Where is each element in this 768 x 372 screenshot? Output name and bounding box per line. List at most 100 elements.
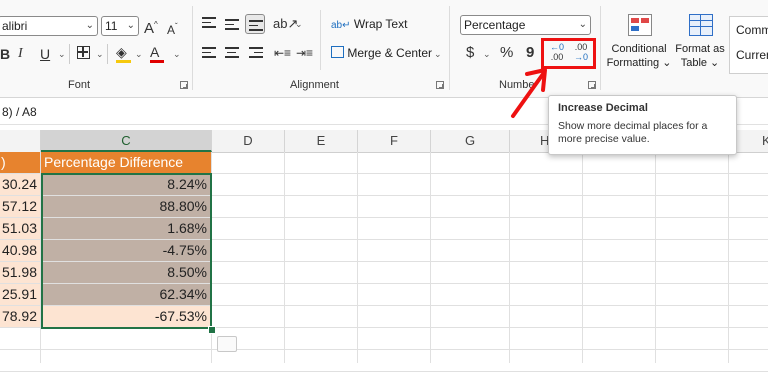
number-format-box[interactable]: Percentage ⌄ [460, 15, 591, 35]
cell-styles-gallery[interactable]: Comm Curren [729, 16, 768, 74]
fill-color-swatch [116, 60, 131, 63]
fill-color-icon[interactable]: ◈ [116, 44, 127, 60]
grid-line [655, 152, 656, 363]
group-separator [449, 6, 450, 90]
grid-line [728, 152, 729, 363]
tooltip-description: Show more decimal places for a more prec… [558, 120, 708, 145]
wrap-text-icon: ab↵ [331, 20, 351, 31]
grid-line [509, 152, 510, 363]
grow-font-button[interactable]: A^ [144, 17, 158, 37]
merge-dropdown-icon[interactable]: ⌄ [434, 49, 442, 60]
selection-range [41, 173, 212, 329]
align-center-icon[interactable] [225, 47, 239, 61]
font-dialog-launcher-icon[interactable] [180, 81, 188, 89]
cell-b[interactable]: 40.98 [0, 240, 41, 261]
annotation-arrow-icon [511, 68, 547, 118]
font-color-button[interactable]: A [150, 44, 159, 60]
underline-dropdown-icon[interactable]: ⌄ [58, 49, 66, 60]
italic-button[interactable]: I [18, 46, 23, 62]
column-header-f[interactable]: F [358, 130, 431, 152]
ribbon: alibri ⌄ 11 ⌄ A^ Aˇ B I U ⌄ ⌄ ◈ ⌄ A ⌄ Fo… [0, 0, 768, 98]
font-size-value: 11 [105, 19, 118, 33]
header-cell-c[interactable]: Percentage Difference [41, 152, 212, 173]
chevron-down-icon: ⌄ [85, 20, 94, 31]
divider [69, 44, 70, 64]
cell-b[interactable]: 51.03 [0, 218, 41, 239]
top-align-icon[interactable] [202, 17, 216, 31]
format-as-table-label-2: Table ⌄ [680, 57, 720, 69]
wrap-text-label: Wrap Text [353, 17, 408, 31]
bottom-align-button[interactable] [245, 14, 265, 34]
middle-align-icon[interactable] [225, 19, 239, 33]
column-header-g[interactable]: G [431, 130, 510, 152]
grid-line [582, 152, 583, 363]
font-color-dropdown-icon[interactable]: ⌄ [173, 49, 181, 60]
borders-icon[interactable] [77, 46, 90, 59]
cell-style-currency[interactable]: Curren [736, 48, 768, 62]
column-header-e[interactable]: E [285, 130, 358, 152]
cell-b[interactable]: 57.12 [0, 196, 41, 217]
conditional-formatting-label-2: Formatting ⌄ [606, 57, 672, 69]
cell-b[interactable]: 78.92 [0, 306, 41, 327]
align-right-icon[interactable] [249, 47, 263, 61]
currency-button[interactable]: $ [466, 45, 474, 61]
increase-decimal-tooltip: Increase Decimal Show more decimal place… [548, 95, 737, 155]
quick-analysis-icon[interactable] [217, 336, 237, 352]
cell-b[interactable]: 25.91 [0, 284, 41, 305]
number-dialog-launcher-icon[interactable] [588, 81, 596, 89]
chevron-down-icon: ⌄ [578, 19, 587, 30]
align-left-icon[interactable] [202, 47, 216, 61]
shrink-font-label: A [167, 23, 176, 37]
borders-dropdown-icon[interactable]: ⌄ [96, 49, 104, 60]
grid-line [357, 152, 358, 363]
group-separator [600, 6, 601, 90]
font-group-label: Font [68, 79, 91, 91]
column-header-d[interactable]: D [212, 130, 285, 152]
grid-line [284, 152, 285, 363]
empty-row [0, 350, 768, 372]
tooltip-title: Increase Decimal [558, 102, 648, 114]
cell-b[interactable]: 30.24 [0, 174, 41, 195]
merge-center-button[interactable]: Merge & Center [331, 46, 432, 60]
group-separator [192, 6, 193, 90]
conditional-formatting-icon [628, 14, 652, 36]
percent-button[interactable]: % [500, 45, 513, 61]
formula-content: 8) / A8 [2, 105, 37, 119]
comma-style-button[interactable]: 9 [526, 45, 534, 61]
font-name-box[interactable]: alibri ⌄ [0, 16, 98, 36]
font-color-swatch [150, 60, 164, 63]
alignment-dialog-launcher-icon[interactable] [436, 81, 444, 89]
decrease-indent-icon[interactable]: ⇤≡ [274, 45, 291, 61]
grow-font-label: A [144, 20, 155, 37]
increase-indent-icon[interactable]: ⇥≡ [296, 45, 313, 61]
conditional-formatting-label-1: Conditional [611, 43, 667, 55]
decrease-decimal-icon-top: .00 [574, 42, 588, 52]
header-cell-b[interactable]: ) [0, 152, 41, 173]
font-name-value: alibri [2, 19, 28, 33]
fill-color-dropdown-icon[interactable]: ⌄ [135, 49, 143, 60]
format-as-table-label-1: Format as [675, 43, 725, 55]
format-as-table-button[interactable]: Format as Table ⌄ [674, 12, 726, 72]
orientation-dropdown-icon[interactable]: ⌄ [295, 19, 303, 30]
currency-dropdown-icon[interactable]: ⌄ [483, 49, 491, 60]
conditional-formatting-button[interactable]: Conditional Formatting ⌄ [606, 12, 672, 72]
merge-center-icon [331, 46, 344, 58]
number-format-value: Percentage [464, 18, 526, 32]
grid-line [40, 328, 41, 363]
shrink-font-button[interactable]: Aˇ [167, 19, 178, 38]
alignment-group-label: Alignment [290, 79, 339, 91]
column-header-b[interactable] [0, 130, 41, 152]
decrease-decimal-icon-bottom: →0 [573, 52, 588, 62]
font-size-box[interactable]: 11 ⌄ [101, 16, 139, 36]
divider [107, 44, 108, 64]
cell-b[interactable]: 51.98 [0, 262, 41, 283]
column-header-c[interactable]: C [41, 130, 212, 152]
fill-handle[interactable] [208, 326, 216, 334]
decrease-decimal-button[interactable]: .00 →0 [570, 42, 592, 64]
divider [320, 10, 321, 70]
wrap-text-button[interactable]: ab↵ Wrap Text [331, 17, 407, 31]
bold-button[interactable]: B [0, 46, 10, 62]
underline-button[interactable]: U [40, 46, 50, 62]
increase-decimal-icon-top: ←0 [549, 42, 564, 52]
cell-style-comma[interactable]: Comm [736, 23, 768, 37]
